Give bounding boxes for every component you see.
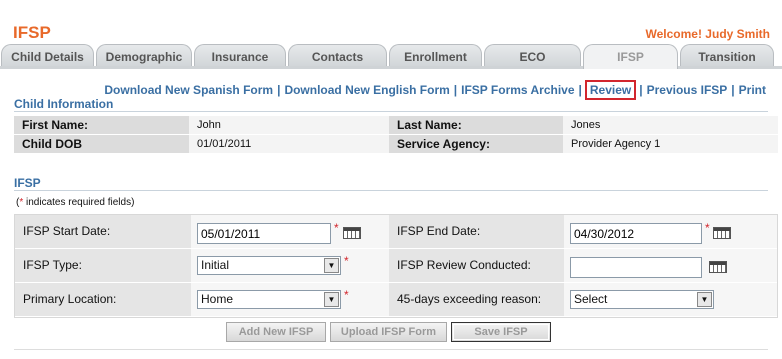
form-row: IFSP Type: Initial ▼ * IFSP Review Condu…: [15, 249, 777, 283]
primary-location-value: Home: [201, 292, 234, 306]
tab-demographic[interactable]: Demographic: [96, 44, 192, 69]
required-star: *: [334, 221, 339, 235]
action-links: Download New Spanish Form | Download New E…: [104, 80, 766, 100]
chevron-down-icon[interactable]: ▼: [324, 258, 339, 273]
exceeding-reason-value: Select: [574, 292, 608, 306]
primary-location-cell: Home ▼ *: [191, 283, 389, 316]
table-row: Child DOB 01/01/2011 Service Agency: Pro…: [14, 135, 778, 153]
ifsp-review-conducted-label: IFSP Review Conducted:: [397, 258, 531, 272]
ifsp-start-date-input[interactable]: [197, 223, 331, 244]
tab-transition[interactable]: Transition: [680, 44, 774, 69]
divider: [14, 190, 768, 191]
child-information-heading: Child Information: [14, 97, 114, 111]
required-star: *: [705, 221, 710, 235]
table-row: First Name: John Last Name: Jones: [14, 116, 778, 134]
link-separator: |: [639, 83, 643, 97]
ifsp-form: IFSP Start Date: * IFSP End Date: * IFSP…: [14, 214, 778, 318]
ifsp-type-value: Initial: [201, 258, 230, 272]
link-separator: |: [453, 83, 458, 97]
tab-child-details[interactable]: Child Details: [1, 44, 94, 69]
ifsp-start-date-label: IFSP Start Date:: [23, 224, 111, 238]
primary-location-label: Primary Location:: [23, 292, 117, 306]
last-name-label: Last Name:: [389, 116, 563, 134]
ifsp-end-date-input[interactable]: [570, 223, 702, 244]
primary-location-select[interactable]: Home ▼: [197, 290, 341, 309]
tab-ifsp[interactable]: IFSP: [583, 44, 678, 69]
tab-insurance[interactable]: Insurance: [194, 44, 286, 69]
chevron-down-icon[interactable]: ▼: [697, 292, 712, 307]
child-dob-value: 01/01/2011: [189, 135, 389, 153]
child-dob-label: Child DOB: [14, 135, 189, 153]
form-row: IFSP Start Date: * IFSP End Date: *: [15, 215, 777, 249]
add-new-ifsp-button[interactable]: Add New IFSP: [226, 322, 326, 342]
previous-ifsp-link[interactable]: Previous IFSP: [647, 83, 728, 97]
calendar-icon[interactable]: [709, 261, 727, 273]
ifsp-end-date-label: IFSP End Date:: [397, 224, 481, 238]
child-info-table: First Name: John Last Name: Jones Child …: [14, 115, 778, 154]
tab-bar: Child Details Demographic Insurance Cont…: [0, 44, 782, 69]
first-name-value: John: [189, 116, 389, 134]
ifsp-review-conducted-input[interactable]: [570, 257, 702, 278]
tab-contacts[interactable]: Contacts: [288, 44, 387, 69]
review-conducted-cell: [564, 249, 777, 282]
divider: [14, 349, 768, 350]
required-note-text: indicates required fields): [23, 197, 135, 208]
divider: [14, 111, 768, 112]
welcome-text: Welcome! Judy Smith: [645, 27, 770, 41]
tab-eco[interactable]: ECO: [484, 44, 581, 69]
form-actions: Add New IFSP Upload IFSP Form Save IFSP: [0, 322, 782, 344]
required-star: *: [344, 254, 349, 268]
end-date-cell: *: [564, 215, 777, 248]
save-ifsp-button[interactable]: Save IFSP: [451, 322, 551, 342]
download-spanish-form-link[interactable]: Download New Spanish Form: [104, 83, 273, 97]
calendar-icon[interactable]: [343, 227, 361, 239]
calendar-icon[interactable]: [713, 227, 731, 239]
app-title: IFSP: [13, 23, 51, 42]
form-row: Primary Location: Home ▼ * 45-days excee…: [15, 283, 777, 317]
start-date-cell: *: [191, 215, 389, 248]
print-link[interactable]: Print: [739, 83, 766, 97]
download-english-form-link[interactable]: Download New English Form: [284, 83, 449, 97]
review-link[interactable]: Review: [584, 80, 637, 100]
exceeding-reason-cell: Select ▼: [564, 283, 777, 316]
first-name-label: First Name:: [14, 116, 189, 134]
tab-enrollment[interactable]: Enrollment: [389, 44, 482, 69]
ifsp-type-select[interactable]: Initial ▼: [197, 256, 341, 275]
required-fields-note: (* indicates required fields): [16, 197, 134, 208]
last-name-value: Jones: [563, 116, 778, 134]
service-agency-label: Service Agency:: [389, 135, 563, 153]
ifsp-heading: IFSP: [14, 176, 41, 190]
service-agency-value: Provider Agency 1: [563, 135, 778, 153]
exceeding-reason-label: 45-days exceeding reason:: [397, 292, 542, 306]
chevron-down-icon[interactable]: ▼: [324, 292, 339, 307]
required-star: *: [344, 288, 349, 302]
link-separator: |: [731, 83, 735, 97]
link-separator: |: [578, 83, 582, 97]
ifsp-type-cell: Initial ▼ *: [191, 249, 389, 282]
exceeding-reason-select[interactable]: Select ▼: [570, 290, 714, 309]
link-separator: |: [277, 83, 281, 97]
ifsp-type-label: IFSP Type:: [23, 258, 82, 272]
ifsp-forms-archive-link[interactable]: IFSP Forms Archive: [461, 83, 574, 97]
upload-ifsp-form-button[interactable]: Upload IFSP Form: [330, 322, 447, 342]
